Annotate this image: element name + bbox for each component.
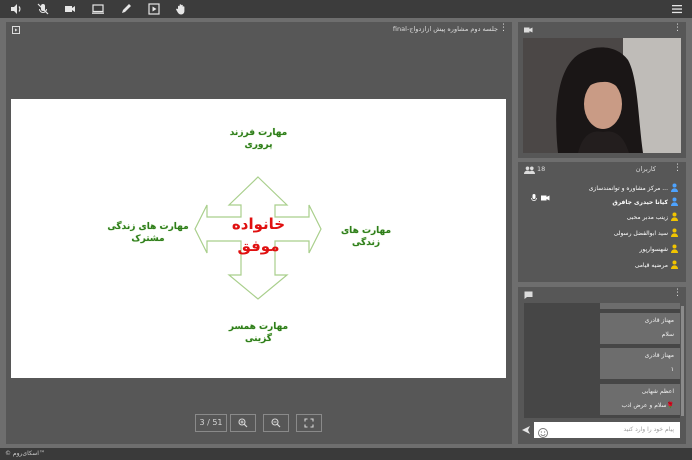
chat-header: ⋮ bbox=[518, 287, 686, 301]
presentation-header: جلسه دوم مشاوره پیش ازازدواج-final ⋮ bbox=[6, 22, 512, 36]
skill-top: مهارت فرزند پروری bbox=[229, 128, 288, 150]
menu-icon[interactable] bbox=[670, 2, 684, 16]
user-item[interactable]: کیانا حیدری جافرق bbox=[528, 197, 680, 209]
skill-left: مهارت های زندگی مشترک bbox=[107, 222, 189, 244]
users-count: 18 bbox=[537, 165, 546, 173]
fullscreen-icon bbox=[304, 418, 314, 428]
send-icon bbox=[522, 426, 530, 434]
fullscreen-button[interactable] bbox=[296, 414, 322, 432]
user-item[interactable]: مرضیه قیامی bbox=[528, 260, 680, 272]
presentation-title: جلسه دوم مشاوره پیش ازازدواج-final bbox=[392, 25, 498, 33]
chat-message-partial bbox=[600, 303, 680, 309]
host-camera-icon[interactable] bbox=[541, 187, 550, 206]
chat-message: اعظم شهابی سلام و عرض ادب🌹 bbox=[600, 384, 680, 415]
camera-small-icon bbox=[524, 25, 533, 39]
send-button[interactable] bbox=[520, 422, 532, 438]
user-name: مرضیه قیامی bbox=[634, 262, 668, 269]
host-mic-icon[interactable] bbox=[531, 187, 537, 206]
center-word-2: موفق bbox=[237, 237, 280, 255]
center-word-1: خانواده bbox=[231, 215, 286, 233]
chat-text: سلام bbox=[661, 331, 674, 338]
user-avatar-icon bbox=[671, 197, 678, 210]
users-header: 18 کاربران ⋮ bbox=[518, 162, 686, 176]
chat-sender: مهناز قادری bbox=[644, 317, 674, 324]
pen-icon[interactable] bbox=[119, 2, 133, 16]
user-name: سید ابوالفضل رسولی bbox=[613, 230, 668, 237]
user-item[interactable]: سید ابوالفضل رسولی bbox=[528, 228, 680, 240]
speaker-icon[interactable] bbox=[9, 2, 23, 16]
user-name: شهسوارپور bbox=[639, 246, 668, 253]
user-avatar-icon bbox=[671, 212, 678, 225]
chat-message: مهناز قادری سلام bbox=[600, 313, 680, 344]
zoom-out-icon bbox=[271, 418, 281, 428]
chat-sender: مهناز قادری bbox=[644, 352, 674, 359]
user-avatar-icon bbox=[671, 260, 678, 273]
chat-text: سلام و عرض ادب🌹 bbox=[621, 402, 674, 409]
top-toolbar bbox=[0, 0, 692, 18]
users-label: کاربران bbox=[635, 165, 656, 173]
user-avatar-icon bbox=[671, 244, 678, 257]
chat-scrollbar[interactable] bbox=[681, 306, 684, 416]
host-media-controls bbox=[528, 185, 553, 201]
emoji-icon[interactable] bbox=[537, 424, 549, 438]
zoom-out-button[interactable] bbox=[263, 414, 289, 432]
footer-brand: © اسکای‌روم™ bbox=[0, 448, 692, 460]
mic-muted-icon[interactable] bbox=[36, 2, 50, 16]
webcam-header: ⋮ bbox=[518, 22, 686, 36]
presentation-icon bbox=[12, 25, 20, 34]
user-name: زینب مدبر محبی bbox=[626, 214, 668, 221]
chat-icon bbox=[524, 290, 533, 304]
zoom-in-icon bbox=[238, 418, 248, 428]
skill-right: مهارت های زندگی bbox=[340, 226, 392, 248]
user-avatar-icon bbox=[671, 228, 678, 241]
user-item[interactable]: زینب مدبر محبی bbox=[528, 212, 680, 224]
screen-share-icon[interactable] bbox=[91, 2, 105, 16]
users-icon bbox=[524, 165, 535, 179]
webcam-video bbox=[523, 38, 681, 153]
chat-text: ۱ bbox=[670, 366, 674, 373]
skill-bottom: مهارت همسر گزینی bbox=[228, 322, 289, 344]
media-icon[interactable] bbox=[147, 2, 161, 16]
camera-icon[interactable] bbox=[63, 2, 77, 16]
user-avatar-icon bbox=[671, 183, 678, 196]
chat-sender: اعظم شهابی bbox=[641, 388, 674, 395]
user-item[interactable]: شهسوارپور bbox=[528, 244, 680, 256]
page-indicator: 3 / 51 bbox=[195, 414, 227, 432]
chat-input[interactable]: پیام خود را وارد کنید bbox=[534, 422, 680, 438]
users-kebab-icon[interactable]: ⋮ bbox=[673, 162, 682, 175]
slide-canvas: مهارت فرزند پروری مهارت های زندگی مشترک … bbox=[11, 99, 506, 378]
zoom-in-button[interactable] bbox=[230, 414, 256, 432]
webcam-panel: ⋮ bbox=[518, 22, 686, 158]
webcam-kebab-icon[interactable]: ⋮ bbox=[673, 22, 682, 35]
presentation-kebab-icon[interactable]: ⋮ bbox=[499, 22, 508, 35]
user-name: کیانا حیدری جافرق bbox=[612, 199, 668, 206]
hand-icon[interactable] bbox=[174, 2, 188, 16]
chat-kebab-icon[interactable]: ⋮ bbox=[673, 287, 682, 300]
user-name: مرکز مشاوره و توانمندسازی ... bbox=[588, 185, 668, 192]
chat-message: مهناز قادری ۱ bbox=[600, 348, 680, 379]
